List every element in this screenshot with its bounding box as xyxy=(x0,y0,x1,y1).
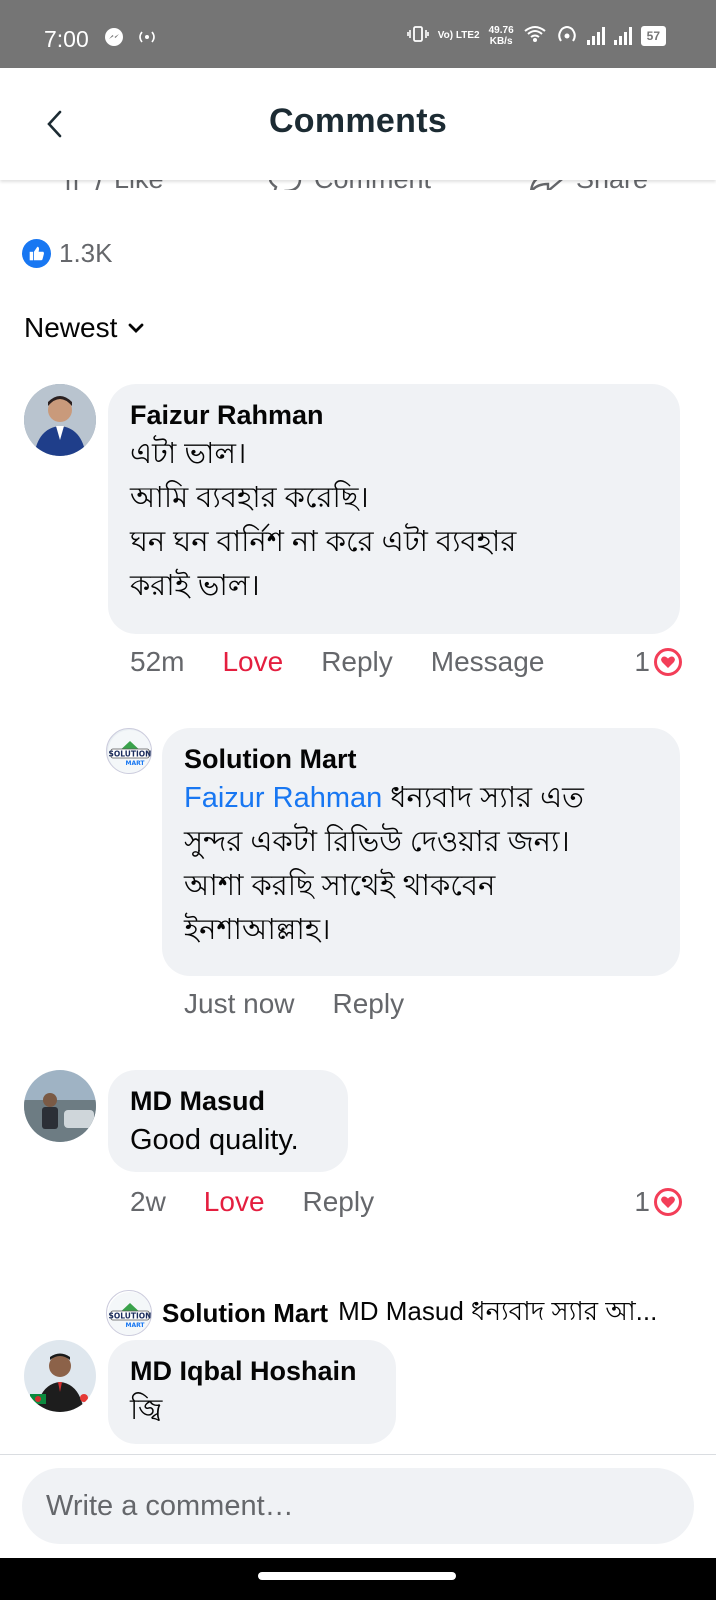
comment-time: Just now xyxy=(184,988,295,1019)
hotspot-signal-icon xyxy=(556,24,578,47)
status-time: 7:00 xyxy=(44,26,89,52)
sort-dropdown[interactable]: Newest xyxy=(24,312,145,344)
comment-meta: 52m Love Reply Message xyxy=(130,646,582,678)
status-bar: 7:00 Vo) LTE2 49.76 KB/s 57 xyxy=(0,0,716,68)
comment-bubble: MD Masud Good quality. xyxy=(108,1070,348,1172)
comment-text-line: সুন্দর একটা রিভিউ দেওয়ার জন্য। xyxy=(184,826,570,858)
comment-time: 2w xyxy=(130,1186,166,1217)
love-button[interactable]: Love xyxy=(222,646,283,678)
comment-text-fragment: ধন্যবাদ স্যার এত xyxy=(382,782,584,814)
message-button[interactable]: Message xyxy=(431,646,545,678)
comment-author[interactable]: Faizur Rahman xyxy=(130,398,658,432)
comment-reaction-count[interactable]: 1 xyxy=(634,1186,682,1218)
sort-label: Newest xyxy=(24,312,118,343)
reply-button[interactable]: Reply xyxy=(321,646,393,678)
comment-text-line: Faizur Rahman ধন্যবাদ স্যার এত xyxy=(184,776,658,820)
solution-mart-logo-icon: SOLUTION MART xyxy=(108,730,152,773)
comment-text: MD Masud ধন্যবাদ স্যার আ... xyxy=(338,1296,658,1326)
avatar: SOLUTION MART xyxy=(106,1290,152,1336)
messenger-icon xyxy=(104,27,124,52)
avatar[interactable]: SOLUTION MART xyxy=(106,728,152,774)
comment-meta: 2w Love Reply xyxy=(130,1186,412,1218)
comment-text-line: আমি ব্যবহার করেছি। xyxy=(130,482,369,514)
comment-bubble: MD Iqbal Hoshain জ্বি xyxy=(108,1340,396,1444)
comment-composer-bar: Write a comment… xyxy=(0,1454,716,1558)
svg-text:SOLUTION: SOLUTION xyxy=(109,750,152,759)
avatar[interactable] xyxy=(24,384,96,456)
collapsed-reply[interactable]: SOLUTION MART Solution Mart MD Masud ধন্… xyxy=(106,1290,696,1336)
app-header: Comments xyxy=(0,68,716,180)
heart-icon xyxy=(654,648,682,676)
svg-text:MART: MART xyxy=(125,1322,145,1329)
speed-indicator: 49.76 KB/s xyxy=(489,25,514,47)
person-avatar-icon xyxy=(24,1070,96,1142)
comment-text-line: ঘন ঘন বার্নিশ না করে এটা ব্যবহার xyxy=(130,526,517,558)
vibrate-icon xyxy=(406,25,429,46)
page-title: Comments xyxy=(268,102,448,140)
reaction-count: 1.3K xyxy=(59,238,113,268)
mention-link[interactable]: Faizur Rahman xyxy=(184,782,382,814)
chevron-down-icon xyxy=(128,323,144,333)
svg-text:MART: MART xyxy=(125,760,145,767)
comment-text-line: ইনশাআল্লাহ। xyxy=(184,914,331,946)
comment-author[interactable]: Solution Mart xyxy=(184,742,658,776)
heart-icon xyxy=(654,1188,682,1216)
comment-text-line: করাই ভাল। xyxy=(130,570,260,602)
hotspot-icon xyxy=(134,29,160,50)
comment-author: Solution Mart xyxy=(162,1297,329,1328)
comment-author[interactable]: MD Iqbal Hoshain xyxy=(130,1354,374,1388)
person-avatar-icon xyxy=(24,384,96,456)
avatar[interactable] xyxy=(24,1070,96,1142)
svg-text:SOLUTION: SOLUTION xyxy=(109,1312,152,1321)
signal-icon-2 xyxy=(613,26,632,45)
signal-icon-1 xyxy=(586,26,605,45)
battery-icon: 57 xyxy=(640,25,666,46)
reply-bubble: Solution Mart Faizur Rahman ধন্যবাদ স্যা… xyxy=(162,728,680,976)
comment-meta: Just now Reply xyxy=(184,988,442,1020)
reaction-number: 1 xyxy=(634,1186,650,1217)
solution-mart-logo-icon: SOLUTION MART xyxy=(108,1292,152,1335)
comment-input[interactable]: Write a comment… xyxy=(22,1468,694,1544)
speed-unit: KB/s xyxy=(489,35,513,47)
reply-button[interactable]: Reply xyxy=(303,1186,375,1218)
comment-author[interactable]: MD Masud xyxy=(130,1084,326,1118)
speed-value: 49.76 xyxy=(488,24,514,36)
reply-button[interactable]: Reply xyxy=(333,988,405,1020)
person-avatar-icon xyxy=(24,1340,96,1412)
love-button[interactable]: Love xyxy=(204,1186,265,1218)
reaction-number: 1 xyxy=(634,646,650,677)
reaction-summary[interactable]: 1.3K xyxy=(22,238,113,269)
comment-time: 52m xyxy=(130,646,185,677)
avatar[interactable] xyxy=(24,1340,96,1412)
home-gesture-handle[interactable] xyxy=(258,1572,456,1580)
system-nav-bar xyxy=(0,1558,716,1600)
comment-reaction-count[interactable]: 1 xyxy=(634,646,682,678)
wifi-icon xyxy=(523,24,547,47)
comment-text: জ্বি xyxy=(130,1394,163,1426)
comment-text-line: আশা করছি সাথেই থাকবেন xyxy=(184,870,496,902)
comment-bubble: Faizur Rahman এটা ভাল। আমি ব্যবহার করেছি… xyxy=(108,384,680,634)
network-label: Vo) LTE2 xyxy=(437,30,480,41)
comment-text-line: এটা ভাল। xyxy=(130,438,247,470)
like-reaction-icon xyxy=(22,239,51,268)
comment-text: Good quality. xyxy=(130,1124,299,1156)
